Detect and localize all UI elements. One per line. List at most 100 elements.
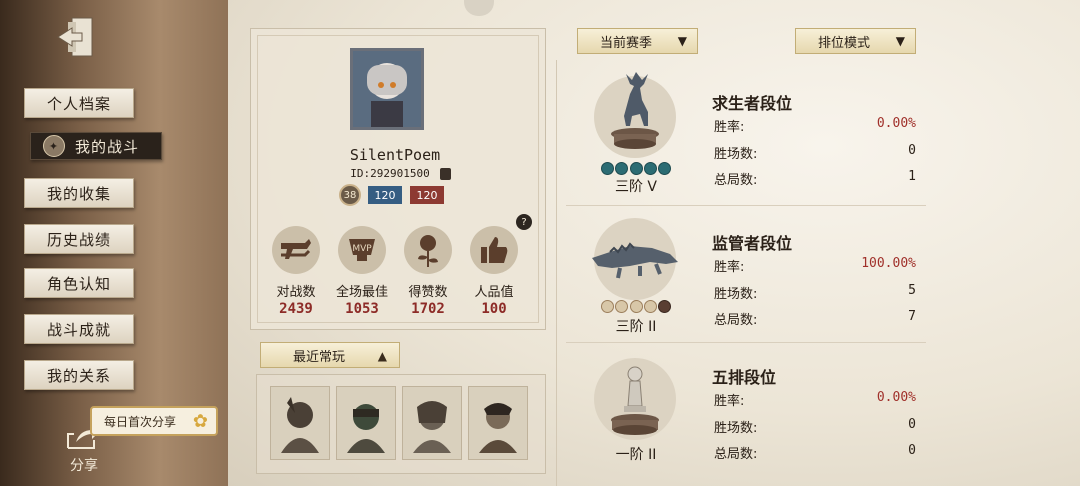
row-label: 总局数:: [714, 313, 758, 328]
panel-divider: [556, 60, 557, 486]
thumbs-up-icon: [470, 226, 518, 274]
wins-value: 0: [908, 417, 916, 432]
star-icon: [601, 300, 614, 313]
total-games-value: 7: [908, 309, 916, 324]
sidebar-item-characters[interactable]: 角色认知: [24, 268, 134, 298]
character-thumbnail[interactable]: [270, 386, 330, 460]
ranking-title: 五排段位: [712, 368, 777, 387]
sidebar-item-profile[interactable]: 个人档案: [24, 88, 134, 118]
star-icon: [629, 162, 643, 175]
win-rate-value: 0.00%: [876, 116, 916, 131]
rank-tag-red: 120: [410, 186, 444, 204]
character-portrait-icon: [347, 404, 385, 453]
level-badge: 38: [339, 184, 361, 206]
sidebar-item-label: 个人档案: [46, 94, 111, 113]
stat-label: 人品值: [474, 285, 514, 300]
stat-value: 2439: [279, 301, 313, 317]
ranking-title: 监管者段位: [712, 234, 793, 253]
svg-text:MVP: MVP: [352, 244, 372, 254]
share-label[interactable]: 分享: [70, 455, 98, 475]
sidebar-item-achievements[interactable]: 战斗成就: [24, 314, 134, 344]
star-icon: [615, 300, 629, 313]
win-rate-value: 100.00%: [861, 256, 916, 271]
avatar-portrait-icon: [353, 51, 421, 127]
daily-share-bubble[interactable]: 每日首次分享 ✿: [90, 406, 218, 436]
tier-stars: [601, 162, 671, 175]
exit-icon[interactable]: [54, 14, 100, 60]
star-icon: [643, 300, 657, 313]
row-label: 胜场数:: [714, 421, 758, 436]
rose-icon: [404, 226, 452, 274]
tier-label: 一阶 II: [615, 447, 657, 463]
copy-icon[interactable]: [440, 168, 451, 180]
row-label: 胜率:: [714, 260, 745, 275]
section-divider: [566, 342, 926, 343]
recent-played-label: 最近常玩: [293, 349, 346, 365]
season-dropdown-label: 当前赛季: [600, 35, 653, 51]
stat-value: 1702: [411, 301, 445, 317]
sidebar-item-relations[interactable]: 我的关系: [24, 360, 134, 390]
stat-label: 对战数: [276, 285, 316, 300]
puzzle-icon: ✿: [192, 411, 208, 432]
section-divider: [566, 205, 926, 206]
star-icon: [643, 162, 657, 175]
star-icon: [601, 162, 614, 175]
username: SilentPoem: [349, 146, 441, 164]
sidebar-item-label: 我的关系: [46, 366, 111, 385]
stat-label: 得赞数: [408, 285, 448, 300]
tier-label: 三阶 V: [614, 179, 658, 195]
row-label: 总局数:: [714, 173, 758, 188]
row-label: 胜率:: [714, 394, 745, 409]
sidebar-item-label: 战斗成就: [46, 320, 111, 339]
stat-value: 1053: [345, 301, 379, 317]
sidebar-item-my-battles[interactable]: ✦ 我的战斗: [30, 132, 162, 160]
row-label: 胜场数:: [714, 147, 758, 162]
share-bubble-text: 每日首次分享: [104, 414, 177, 429]
recent-played-toggle[interactable]: 最近常玩 ▲: [260, 342, 400, 368]
character-portrait-icon: [413, 401, 451, 453]
total-games-value: 0: [908, 443, 916, 458]
row-label: 总局数:: [714, 447, 758, 462]
row-label: 胜场数:: [714, 287, 758, 302]
sidebar-item-collection[interactable]: 我的收集: [24, 178, 134, 208]
sidebar-item-label: 角色认知: [46, 274, 111, 293]
mvp-trophy-icon: MVP: [338, 226, 386, 274]
stat-value: 100: [481, 301, 507, 317]
character-thumbnail[interactable]: [468, 386, 528, 460]
avatar[interactable]: [350, 48, 424, 130]
mode-dropdown-label: 排位模式: [818, 35, 871, 51]
chevron-down-icon: ▼: [895, 34, 905, 48]
star-icon: [615, 162, 629, 175]
deer-trophy-icon: [611, 72, 659, 149]
character-portrait-icon: [479, 403, 517, 453]
sidebar-item-label: 我的战斗: [75, 137, 140, 156]
star-icon: [658, 162, 671, 175]
mode-dropdown[interactable]: 排位模式 ▼: [795, 28, 916, 54]
ranking-title: 求生者段位: [712, 94, 793, 113]
win-rate-value: 0.00%: [876, 390, 916, 405]
shield-icon: ✦: [43, 135, 65, 157]
sidebar-item-label: 我的收集: [46, 184, 111, 203]
season-dropdown[interactable]: 当前赛季 ▼: [577, 28, 698, 54]
chevron-down-icon: ▼: [677, 34, 687, 48]
crocodile-trophy-icon: [592, 242, 678, 279]
rank-tag-blue: 120: [368, 186, 402, 204]
crossed-guns-icon: [272, 226, 320, 274]
sidebar-item-label: 历史战绩: [46, 230, 111, 249]
chevron-up-icon: ▲: [377, 349, 387, 363]
character-portrait-icon: [281, 397, 319, 453]
star-icon: [629, 300, 643, 313]
user-id: ID:292901500: [350, 167, 430, 180]
character-thumbnail[interactable]: [336, 386, 396, 460]
wins-value: 0: [908, 143, 916, 158]
pawn-trophy-icon: [611, 366, 659, 435]
tier-stars: [601, 300, 671, 313]
help-icon[interactable]: ?: [516, 214, 532, 230]
row-label: 胜率:: [714, 120, 745, 135]
character-thumbnail[interactable]: [402, 386, 462, 460]
stat-label: 全场最佳: [335, 285, 388, 300]
wins-value: 5: [908, 283, 916, 298]
star-icon: [658, 300, 671, 313]
total-games-value: 1: [908, 169, 916, 184]
sidebar-item-history[interactable]: 历史战绩: [24, 224, 134, 254]
